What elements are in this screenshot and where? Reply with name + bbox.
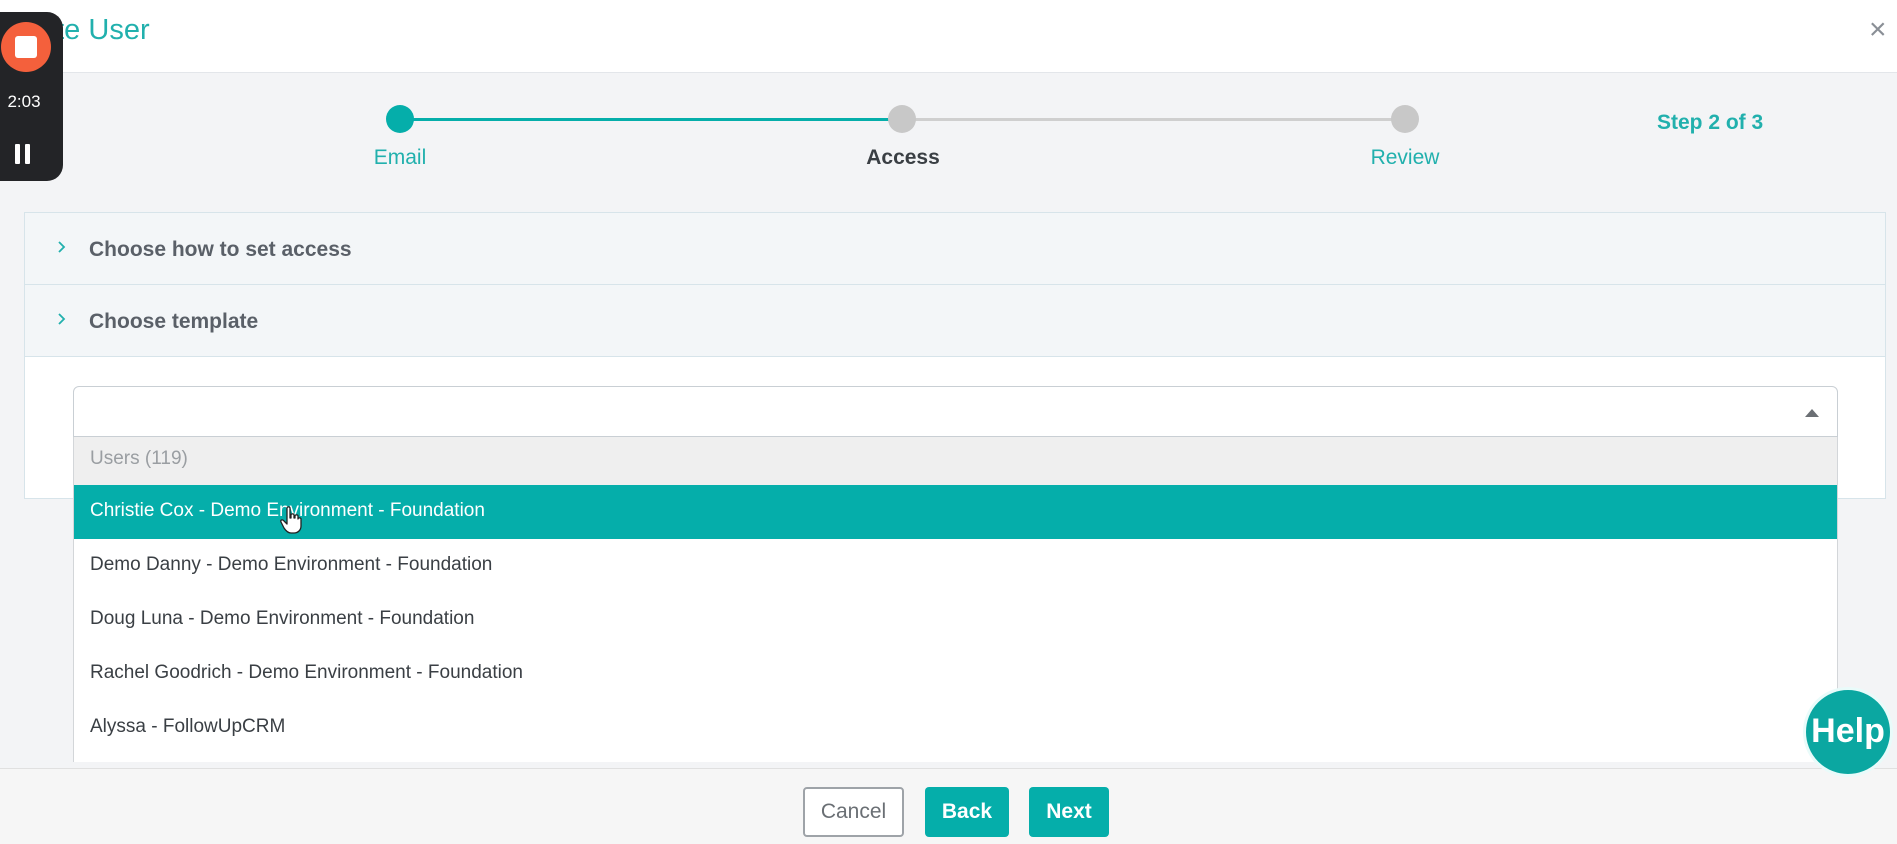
step-count: Step 2 of 3: [1657, 111, 1764, 134]
step-connector-upcoming: [902, 118, 1405, 121]
option-label: Doug Luna - Demo Environment - Foundatio…: [90, 608, 475, 629]
dropdown-option[interactable]: Demo Danny - Demo Environment - Foundati…: [74, 539, 1837, 593]
help-label: Help: [1811, 712, 1885, 750]
dropdown-option[interactable]: Christie Cox - Demo Environment - Founda…: [74, 485, 1837, 539]
option-group-label: Users (119): [90, 448, 188, 469]
cancel-button[interactable]: Cancel: [803, 787, 904, 837]
modal-header: ate User ×: [0, 0, 1897, 73]
option-group-header: Users (119): [74, 437, 1837, 485]
stop-recording-button[interactable]: [1, 22, 51, 72]
help-button[interactable]: Help: [1803, 687, 1893, 777]
step-dot-review: [1391, 105, 1419, 133]
dropdown-option[interactable]: Rachel Goodrich - Demo Environment - Fou…: [74, 647, 1837, 701]
option-label: Rachel Goodrich - Demo Environment - Fou…: [90, 662, 523, 683]
modal-footer: Cancel Back Next: [0, 768, 1897, 844]
accordion-label: Choose how to set access: [89, 238, 352, 261]
accordion-choose-access[interactable]: Choose how to set access: [25, 213, 1885, 285]
next-button[interactable]: Next: [1029, 787, 1109, 837]
template-dropdown-list: Users (119) Christie Cox - Demo Environm…: [73, 437, 1838, 762]
accordion-choose-template[interactable]: Choose template: [25, 285, 1885, 357]
stop-icon: [15, 36, 37, 58]
caret-up-icon: [1805, 409, 1819, 417]
dropdown-option[interactable]: Doug Luna - Demo Environment - Foundatio…: [74, 593, 1837, 647]
step-connector-complete: [400, 118, 902, 121]
hand-cursor-icon: [280, 506, 302, 534]
step-label-email: Email: [373, 146, 427, 169]
pause-icon[interactable]: [15, 144, 31, 164]
step-label-review: Review: [1370, 146, 1440, 169]
screen-recorder-widget: 2:03: [0, 12, 63, 181]
recording-timer: 2:03: [7, 92, 41, 111]
back-button[interactable]: Back: [925, 787, 1009, 837]
template-select[interactable]: [73, 386, 1838, 437]
chevron-right-icon: [58, 313, 66, 325]
option-label: Alyssa - FollowUpCRM: [90, 716, 286, 737]
accordion-label: Choose template: [89, 310, 259, 333]
dropdown-option[interactable]: Alyssa - FollowUpCRM: [74, 701, 1837, 755]
step-dot-email: [386, 105, 414, 133]
option-label: Demo Danny - Demo Environment - Foundati…: [90, 554, 493, 575]
step-dot-access: [888, 105, 916, 133]
step-label-access: Access: [866, 146, 940, 169]
close-icon[interactable]: ×: [1869, 12, 1897, 48]
chevron-right-icon: [58, 241, 66, 253]
